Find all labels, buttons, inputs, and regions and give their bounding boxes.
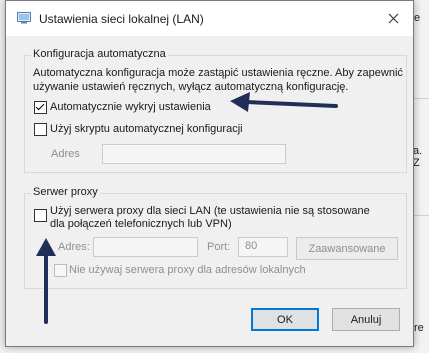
use-proxy-label[interactable]: Użyj serwera proxy dla sieci LAN (te ust… bbox=[50, 205, 370, 217]
close-icon bbox=[388, 13, 398, 24]
background-text: re bbox=[414, 322, 424, 334]
advanced-button[interactable]: Zaawansowane bbox=[296, 237, 398, 260]
bypass-local-label[interactable]: Nie używaj serwera proxy dla adresów lok… bbox=[69, 264, 306, 276]
ok-button[interactable]: OK bbox=[251, 308, 319, 331]
use-proxy-checkbox[interactable] bbox=[34, 209, 47, 222]
proxy-address-label: Adres: bbox=[58, 241, 90, 253]
script-address-label: Adres bbox=[51, 148, 80, 160]
lan-settings-dialog: Ustawienia sieci lokalnej (LAN) Konfigur… bbox=[5, 0, 414, 347]
proxy-port-input[interactable]: 80 bbox=[238, 237, 288, 257]
close-button[interactable] bbox=[373, 1, 413, 36]
proxy-legend: Serwer proxy bbox=[31, 186, 100, 198]
cancel-button[interactable]: Anuluj bbox=[332, 308, 400, 331]
auto-detect-checkbox[interactable] bbox=[34, 101, 47, 114]
network-settings-icon bbox=[17, 12, 31, 24]
proxy-port-label: Port: bbox=[207, 241, 231, 253]
use-proxy-label[interactable]: dla połączeń telefonicznych lub VPN) bbox=[50, 218, 232, 230]
auto-config-description: Automatyczna konfiguracja może zastąpić … bbox=[33, 67, 403, 79]
auto-detect-label[interactable]: Automatycznie wykryj ustawienia bbox=[50, 101, 211, 113]
proxy-address-input[interactable] bbox=[93, 237, 198, 257]
auto-config-description: używanie ustawień ręcznych, wyłącz autom… bbox=[33, 81, 349, 93]
use-script-checkbox[interactable] bbox=[34, 123, 47, 136]
background-text: e bbox=[414, 12, 421, 24]
title-bar: Ustawienia sieci lokalnej (LAN) bbox=[6, 1, 413, 36]
script-address-input[interactable] bbox=[102, 144, 286, 164]
auto-config-legend: Konfiguracja automatyczna bbox=[31, 48, 168, 60]
background-text: a. Z bbox=[413, 145, 423, 169]
dialog-title: Ustawienia sieci lokalnej (LAN) bbox=[39, 12, 204, 26]
bypass-local-checkbox[interactable] bbox=[54, 264, 67, 277]
use-script-label[interactable]: Użyj skryptu automatycznej konfiguracji bbox=[50, 123, 243, 135]
